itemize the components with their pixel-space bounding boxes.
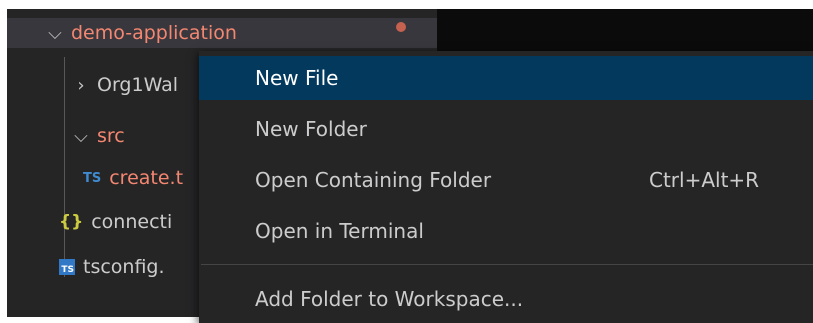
menu-item-shortcut: Ctrl+Alt+R	[649, 168, 760, 192]
file-label: connecti	[91, 211, 173, 233]
menu-item-label: New File	[255, 66, 339, 90]
json-icon: {}	[59, 212, 84, 232]
modified-dot-icon	[396, 22, 406, 32]
menu-item-label: Open in Terminal	[255, 219, 424, 243]
folder-label: Org1Wal	[97, 74, 179, 96]
menu-item-label: Open Containing Folder	[255, 168, 492, 192]
file-label: tsconfig.	[83, 256, 165, 278]
editor-area	[437, 9, 813, 56]
menu-item-new-folder[interactable]: New Folder	[199, 107, 813, 151]
menu-item-label: New Folder	[255, 117, 367, 141]
menu-separator	[201, 264, 813, 265]
folder-demo-application[interactable]: ⌵ demo-application	[7, 18, 437, 48]
folder-label: src	[97, 125, 125, 147]
menu-item-new-file[interactable]: New File	[199, 56, 813, 100]
menu-item-open-containing-folder[interactable]: Open Containing Folder Ctrl+Alt+R	[199, 158, 813, 202]
menu-item-add-folder-to-workspace[interactable]: Add Folder to Workspace...	[199, 277, 813, 321]
chevron-down-icon: ⌵	[74, 125, 88, 147]
typescript-icon: TS	[83, 170, 102, 186]
file-label: create.t	[109, 167, 184, 189]
menu-item-label: Add Folder to Workspace...	[255, 287, 524, 311]
chevron-right-icon: ›	[77, 74, 85, 96]
menu-item-open-in-terminal[interactable]: Open in Terminal	[199, 209, 813, 253]
folder-label: demo-application	[71, 22, 237, 44]
context-menu: New File New Folder Open Containing Fold…	[199, 51, 813, 323]
tsconfig-icon: TS	[59, 259, 75, 275]
screenshot-frame: ⌵ demo-application › Org1Wal ⌵ src TS cr…	[0, 0, 813, 323]
chevron-down-icon: ⌵	[48, 22, 62, 44]
